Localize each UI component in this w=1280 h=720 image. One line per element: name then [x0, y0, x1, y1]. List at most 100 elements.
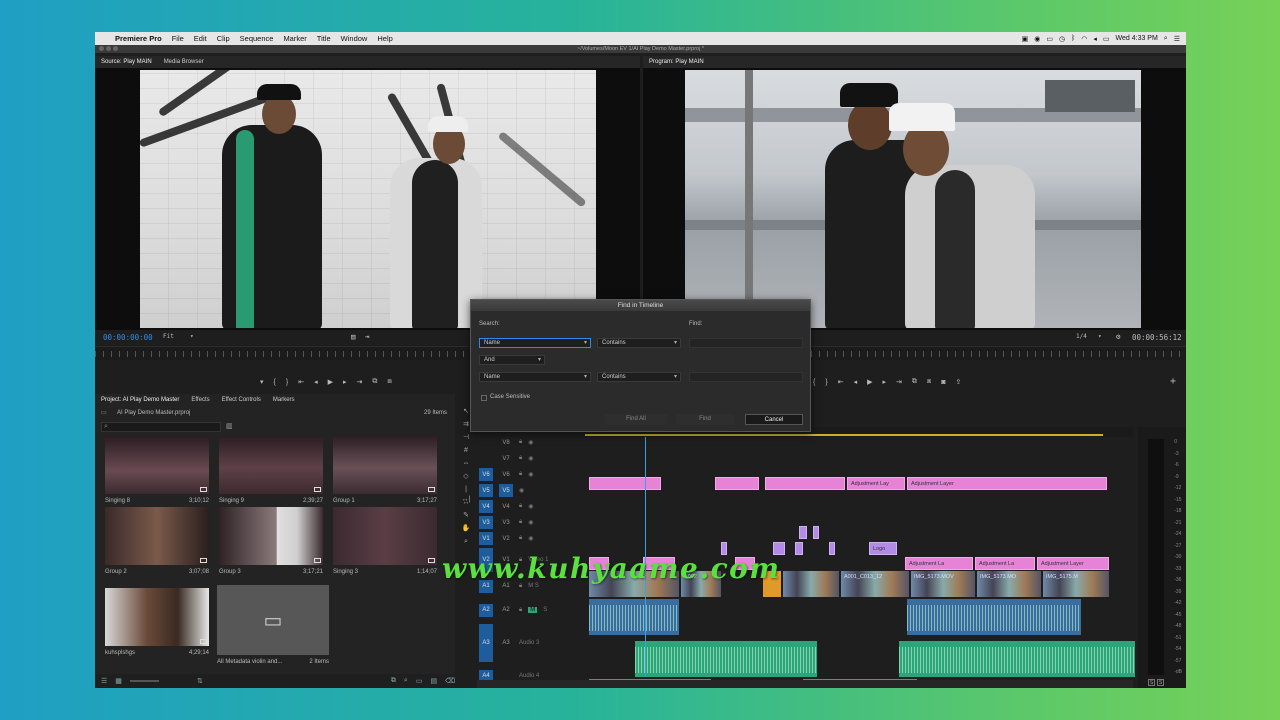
overwrite-icon[interactable]: ⧈ [387, 378, 391, 386]
eye-icon[interactable]: ◉ [519, 487, 524, 494]
new-bin-icon[interactable]: ▥ [226, 422, 233, 430]
step-back-icon[interactable]: ◂ [854, 378, 858, 386]
lock-icon[interactable]: 🔒︎ [519, 535, 522, 542]
timeline-clip[interactable]: Logo [869, 542, 897, 555]
export-icon[interactable]: ⇪ [956, 378, 962, 386]
tab-project[interactable]: Project: AI Play Demo Master [101, 394, 179, 406]
audio-clip[interactable] [899, 641, 1135, 677]
menu-sequence[interactable]: Sequence [240, 34, 274, 43]
find-text-input-2[interactable] [689, 372, 803, 382]
audio-clip[interactable] [907, 599, 1081, 635]
menu-edit[interactable]: Edit [194, 34, 207, 43]
find-button[interactable]: Find [676, 414, 734, 425]
new-item-icon[interactable]: ▤ [430, 677, 437, 685]
airplay-icon[interactable]: ▭ [1046, 35, 1053, 43]
go-to-out-icon[interactable]: ⇥ [896, 378, 902, 386]
window-controls[interactable] [99, 46, 118, 51]
search-field-select-2[interactable]: Name [479, 372, 591, 382]
go-to-in-icon[interactable]: ⇤ [298, 378, 304, 386]
play-icon[interactable]: ▶ [867, 378, 872, 386]
slip-icon[interactable]: |↔| [461, 485, 471, 503]
step-forward-icon[interactable]: ▸ [882, 378, 886, 386]
tab-effect-controls[interactable]: Effect Controls [222, 394, 261, 406]
timeline-clip[interactable]: IMG_5173.MOV [911, 571, 975, 597]
tab-media-browser[interactable]: Media Browser [164, 56, 204, 68]
mark-in-icon[interactable]: { [274, 379, 276, 386]
mark-out-icon[interactable]: } [825, 379, 827, 386]
timeline-clip[interactable]: Adjustment La [905, 557, 973, 570]
bin-tile[interactable]: ▭ All Metadata violin and... 2 Items [217, 585, 329, 665]
tab-program[interactable]: Program: Play MAIN [649, 56, 704, 68]
clip-tile[interactable]: Singing 9 2;39;27 [219, 436, 323, 504]
source-zoom-select[interactable]: Fit [163, 333, 174, 340]
track-target[interactable]: V1 [479, 532, 493, 545]
find-all-button[interactable]: Find All [605, 414, 667, 425]
timeline-clip[interactable] [765, 477, 845, 490]
sort-icon[interactable]: ⇅ [197, 677, 203, 685]
timeline-clip[interactable]: IMG_5175.M [1043, 571, 1109, 597]
cancel-button[interactable]: Cancel [745, 414, 803, 425]
lock-icon[interactable]: 🔒︎ [519, 455, 522, 462]
menu-file[interactable]: File [172, 34, 184, 43]
settings-icon[interactable]: ▤ [351, 332, 356, 341]
case-sensitive-checkbox[interactable] [481, 395, 487, 401]
timeline-clip[interactable]: Adjustment Layer [907, 477, 1107, 490]
volume-icon[interactable]: ◂ [1093, 35, 1097, 43]
rolling-edit-icon[interactable]: # [461, 446, 471, 456]
eye-icon[interactable]: ◉ [528, 535, 533, 542]
connector-select[interactable]: And [479, 355, 545, 365]
bluetooth-icon[interactable]: ᛒ [1071, 35, 1075, 42]
extract-icon[interactable]: ⧈ [927, 378, 931, 386]
rate-stretch-icon[interactable]: ⇔ [461, 459, 471, 469]
menu-clip[interactable]: Clip [217, 34, 230, 43]
search-icon[interactable]: ⌕ [1164, 35, 1168, 43]
camera-icon[interactable]: ◙ [941, 379, 945, 386]
project-search-input[interactable]: ⌕ [101, 422, 221, 432]
timeline-clip[interactable] [829, 542, 835, 555]
menu-marker[interactable]: Marker [283, 34, 306, 43]
mark-out-icon[interactable]: } [286, 379, 288, 386]
play-icon[interactable]: ▶ [328, 378, 333, 386]
tab-markers[interactable]: Markers [273, 394, 295, 406]
track-target[interactable] [479, 436, 493, 449]
clock[interactable]: Wed 4:33 PM [1116, 35, 1158, 42]
search-icon[interactable]: ⌕ [404, 677, 408, 685]
timeline-clip[interactable] [783, 571, 839, 597]
timeline-clip[interactable] [715, 477, 759, 490]
export-frame-icon[interactable]: ⇥ [365, 332, 370, 341]
timemachine-icon[interactable]: ◷ [1059, 35, 1065, 43]
timeline-clip[interactable] [799, 526, 807, 539]
search-operator-select-2[interactable]: Contains [597, 372, 681, 382]
battery-icon[interactable]: ▭ [1103, 35, 1110, 43]
menu-help[interactable]: Help [377, 34, 392, 43]
app-menu[interactable]: Premiere Pro [115, 34, 162, 43]
go-to-out-icon[interactable]: ⇥ [357, 378, 363, 386]
timeline-clip[interactable]: Adjustment La [975, 557, 1035, 570]
lock-icon[interactable]: 🔒︎ [519, 471, 522, 478]
list-view-icon[interactable]: ☰ [101, 677, 107, 685]
clip-tile[interactable]: Group 3 3;17;21 [219, 507, 323, 575]
program-resolution-select[interactable]: 1/4 [1076, 333, 1087, 340]
timeline-clip[interactable] [589, 477, 661, 490]
search-operator-select[interactable]: Contains [597, 338, 681, 348]
solo-right-button[interactable]: S [1157, 679, 1164, 686]
clip-tile[interactable]: Singing 8 3;10;12 [105, 436, 209, 504]
tab-source[interactable]: Source: Play MAIN [101, 56, 152, 68]
source-timecode[interactable]: 00:00:00:00 [103, 333, 153, 342]
lock-icon[interactable]: 🔒︎ [519, 519, 522, 526]
go-to-in-icon[interactable]: ⇤ [838, 378, 844, 386]
eye-icon[interactable]: ◉ [528, 519, 533, 526]
trash-icon[interactable]: ⌫ [445, 677, 455, 685]
menu-window[interactable]: Window [341, 34, 368, 43]
timeline-clip[interactable]: Adjustment Layer [1037, 557, 1109, 570]
timeline-clip[interactable]: A001_C013_12 [841, 571, 909, 597]
record-icon[interactable]: ◉ [1034, 35, 1040, 43]
track-target[interactable]: V3 [479, 516, 493, 529]
zoom-slider[interactable] [129, 680, 160, 682]
track-target[interactable]: V6 [479, 468, 493, 481]
search-field-select[interactable]: Name [479, 338, 591, 348]
automate-icon[interactable]: ⧉ [391, 677, 396, 685]
zoom-icon[interactable]: ⌕ [461, 537, 471, 547]
step-back-icon[interactable]: ◂ [314, 378, 318, 386]
hand-icon[interactable]: ✋ [461, 524, 471, 534]
